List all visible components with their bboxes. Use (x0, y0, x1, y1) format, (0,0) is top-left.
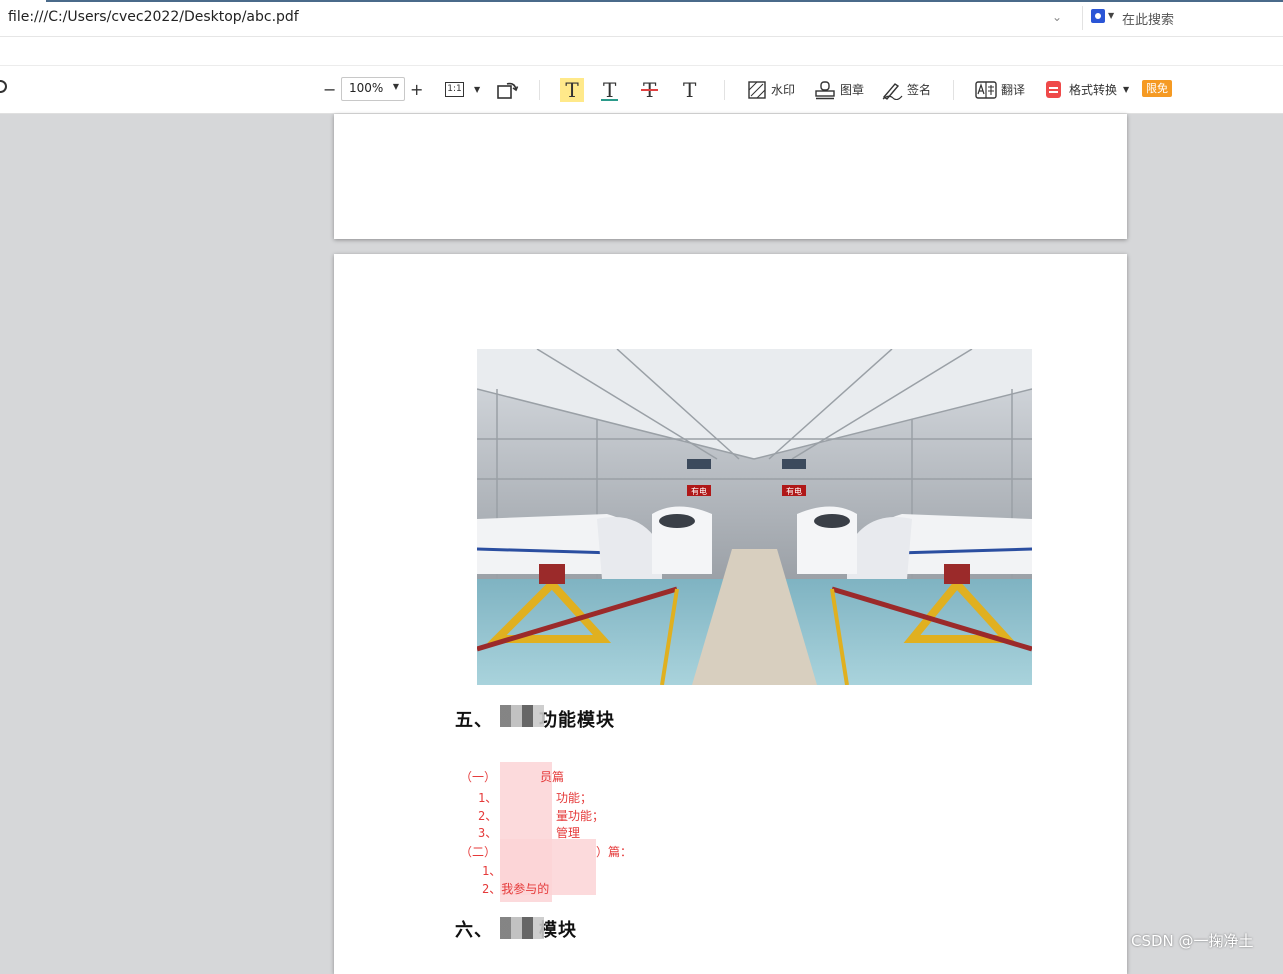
watermark-button[interactable]: 水印 (747, 66, 795, 113)
sign-label: 签名 (907, 83, 932, 97)
caret-down-icon: ▼ (392, 82, 399, 91)
redacted-mosaic (500, 705, 544, 727)
list-item-tail: 管理 (556, 826, 581, 840)
actual-size-button[interactable]: 1:1 ▼ (445, 66, 480, 113)
tab-strip-edge (46, 0, 1283, 2)
list-item: 2、我参与的 (482, 882, 550, 896)
list-item: （一） (460, 770, 497, 784)
pdf-page: 有电 有电 五、 功能模块 （一） 员篇 1、 功能； 2、 量功能； 3、 管理… (334, 254, 1127, 974)
url-field[interactable]: file:///C:/Users/cvec2022/Desktop/abc.pd… (8, 9, 299, 25)
divider (724, 80, 725, 100)
list-item-tail: 功能； (556, 791, 593, 805)
section-6-title: 模块 (539, 920, 577, 941)
convert-format-button[interactable]: 格式转换 ▼ (1046, 66, 1129, 113)
stamp-icon (815, 80, 835, 99)
zoom-out-button[interactable]: − (323, 66, 336, 113)
pdf-page (334, 114, 1127, 239)
list-item: 3、 (478, 826, 498, 840)
caret-down-icon: ▼ (1123, 85, 1130, 94)
translate-icon (975, 80, 997, 99)
rotate-icon (497, 82, 519, 99)
paw-search-engine-icon[interactable] (1091, 9, 1105, 23)
convert-label: 格式转换 (1069, 83, 1118, 97)
list-item: 1、 (482, 864, 502, 878)
add-text-button[interactable]: T (683, 66, 696, 113)
search-input[interactable]: 在此搜索 (1122, 9, 1272, 28)
search-icon[interactable] (0, 80, 7, 93)
text-icon: T (683, 77, 697, 102)
chevron-down-icon[interactable]: ⌄ (1052, 10, 1062, 24)
translate-button[interactable]: 翻译 (975, 66, 1025, 113)
list-item: 2、 (478, 809, 498, 823)
translate-label: 翻译 (1001, 83, 1026, 97)
stamp-label: 图章 (840, 83, 865, 97)
section-6-prefix: 六、 (455, 920, 493, 941)
zoom-out-label: − (323, 80, 337, 99)
address-bar: file:///C:/Users/cvec2022/Desktop/abc.pd… (0, 0, 1283, 37)
caret-down-icon: ▼ (474, 85, 481, 94)
section-5-title: 功能模块 (539, 710, 615, 731)
signature-icon (882, 82, 903, 100)
csdn-watermark: CSDN @一掬净土 (1131, 932, 1254, 950)
train-depot-image: 有电 有电 (477, 349, 1032, 685)
zoom-in-label: + (410, 80, 424, 99)
divider (953, 80, 954, 100)
live-power-sign-right: 有电 (786, 486, 802, 496)
list-item: （二） (460, 845, 497, 859)
underline-text-button[interactable]: T (600, 66, 619, 113)
stamp-button[interactable]: 图章 (814, 66, 864, 113)
underline-text-icon: T (600, 77, 619, 102)
actual-size-icon: 1:1 (445, 82, 464, 97)
divider (539, 80, 540, 100)
signature-button[interactable]: 签名 (881, 66, 931, 113)
list-item-tail: ）篇： (596, 845, 633, 859)
section-5-prefix: 五、 (455, 710, 493, 731)
bookmark-bar (0, 37, 1283, 66)
redacted-mosaic (500, 917, 544, 939)
train-depot-photo: 有电 有电 (477, 349, 1032, 685)
zoom-value: 100% (349, 81, 384, 95)
list-item: 1、 (478, 791, 498, 805)
zoom-select[interactable]: 100% ▼ (341, 77, 405, 101)
caret-down-icon[interactable]: ▼ (1108, 11, 1114, 20)
convert-icon (1046, 81, 1061, 98)
strikethrough-text-icon: T (640, 77, 659, 102)
live-power-sign-left: 有电 (691, 486, 707, 496)
rotate-button[interactable] (497, 66, 519, 113)
list-item-tail: 量功能； (556, 809, 605, 823)
zoom-in-button[interactable]: + (410, 66, 423, 113)
watermark-icon (748, 80, 766, 99)
watermark-label: 水印 (771, 83, 796, 97)
list-item-tail: 员篇 (540, 770, 565, 784)
highlight-text-button[interactable]: T (560, 66, 584, 113)
highlight-text-icon: T (560, 77, 584, 102)
pdf-toolbar: − 100% ▼ + 1:1 ▼ T T T T 水印 图章 签名 翻译 格式转… (0, 66, 1283, 114)
promo-badge: 限免 (1142, 80, 1172, 97)
divider (1082, 6, 1083, 30)
strikethrough-text-button[interactable]: T (640, 66, 659, 113)
